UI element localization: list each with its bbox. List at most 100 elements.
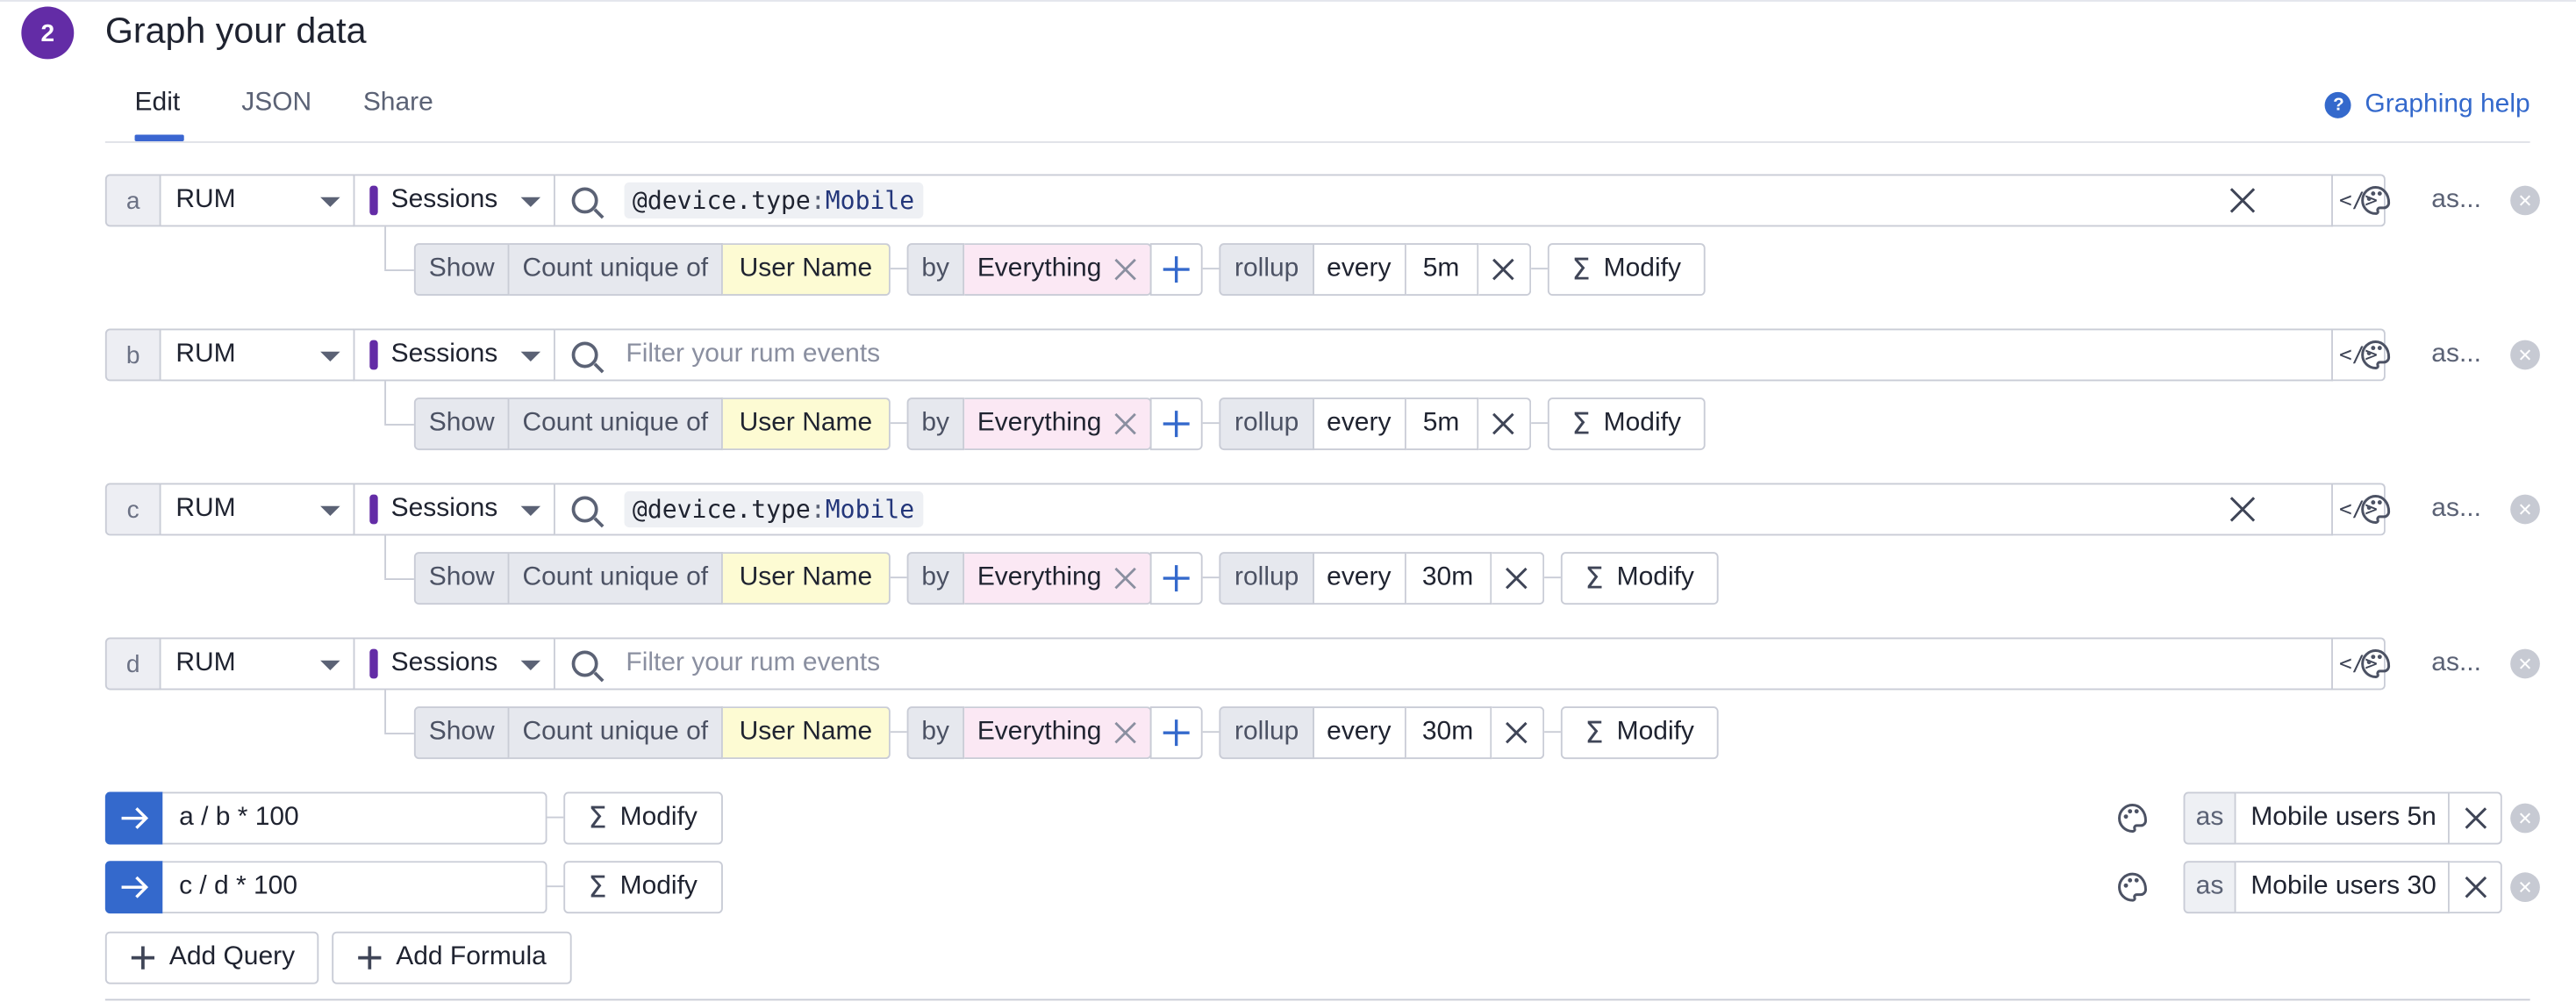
palette-icon[interactable] [2359, 648, 2392, 680]
query-value: Mobile [825, 494, 915, 525]
search-query[interactable]: @device.type:Mobile [624, 490, 923, 528]
palette-icon[interactable] [2116, 802, 2149, 834]
aggregation-function[interactable]: Count unique of [509, 706, 723, 760]
add-formula-button[interactable]: Add Formula [332, 931, 571, 984]
query-key: @device.type [632, 185, 811, 216]
query-row: b RUM Sessions Filter your rum events </> [104, 328, 2386, 382]
source-dropdown[interactable]: RUM [161, 637, 355, 691]
rollup-every-label: every [1313, 706, 1406, 760]
source-dropdown[interactable]: RUM [161, 483, 355, 536]
palette-icon[interactable] [2359, 184, 2392, 217]
formula-row: c / d * 100 Σ Modify [104, 861, 722, 914]
aggregation-function[interactable]: Count unique of [509, 243, 723, 297]
search-query[interactable]: @device.type:Mobile [624, 182, 923, 219]
measure-selector[interactable]: User Name [722, 243, 891, 297]
formula-modify-button[interactable]: Σ Modify [563, 791, 722, 845]
tab-share[interactable]: Share [363, 89, 433, 118]
formula-input[interactable]: c / d * 100 [162, 861, 547, 914]
palette-icon[interactable] [2359, 339, 2392, 371]
add-group-button[interactable] [1150, 243, 1204, 297]
remove-group-icon[interactable] [1114, 567, 1137, 590]
modify-button[interactable]: Σ Modify [1547, 243, 1707, 297]
modify-button[interactable]: Σ Modify [1560, 706, 1719, 760]
rollup-interval[interactable]: 5m [1406, 397, 1478, 451]
graphing-help-link[interactable]: ? Graphing help [2325, 90, 2530, 120]
alias-placeholder[interactable]: as... [2431, 340, 2481, 370]
remove-group-icon[interactable] [1114, 721, 1137, 744]
alias-input[interactable]: Mobile users 30 [2236, 861, 2450, 914]
source-label: RUM [175, 494, 236, 523]
chevron-down-icon [520, 505, 541, 516]
source-dropdown[interactable]: RUM [161, 328, 355, 382]
aggregation-function[interactable]: Count unique of [509, 552, 723, 605]
alias-input[interactable]: Mobile users 5n [2236, 791, 2450, 845]
formula-row: a / b * 100 Σ Modify [104, 791, 722, 845]
search-input[interactable]: @device.type:Mobile [555, 174, 2333, 227]
add-group-button[interactable] [1150, 552, 1204, 605]
show-label: Show [413, 706, 510, 760]
clear-search-button[interactable] [2226, 493, 2258, 526]
rollup-interval[interactable]: 30m [1406, 552, 1492, 605]
measure-selector[interactable]: User Name [722, 397, 891, 451]
modify-label: Modify [1616, 563, 1694, 592]
remove-formula-button[interactable]: ✕ [2510, 872, 2540, 903]
group-by-label: Everything [977, 563, 1102, 592]
dataset-dropdown[interactable]: Sessions [354, 328, 555, 382]
tab-json[interactable]: JSON [241, 89, 311, 118]
formula-modify-button[interactable]: Σ Modify [563, 861, 722, 914]
query-value: Mobile [825, 185, 915, 216]
remove-group-icon[interactable] [1114, 412, 1137, 435]
tab-edit[interactable]: Edit [135, 89, 181, 118]
aggregation-function[interactable]: Count unique of [509, 397, 723, 451]
group-by-selector[interactable]: Everything [963, 397, 1153, 451]
dataset-color-bar [369, 648, 378, 679]
question-icon: ? [2325, 91, 2352, 118]
dataset-dropdown[interactable]: Sessions [354, 174, 555, 227]
modify-button[interactable]: Σ Modify [1560, 552, 1719, 605]
aggregation-row: Show Count unique of User Name by Everything… [413, 397, 1707, 451]
palette-icon[interactable] [2359, 493, 2392, 526]
measure-selector[interactable]: User Name [722, 552, 891, 605]
by-label: by [906, 397, 964, 451]
remove-rollup-button[interactable] [1478, 397, 1531, 451]
search-input[interactable]: @device.type:Mobile [555, 483, 2333, 536]
rollup-interval[interactable]: 30m [1406, 706, 1492, 760]
search-input[interactable]: Filter your rum events [555, 637, 2333, 691]
step-badge: 2 [21, 6, 75, 60]
dataset-dropdown[interactable]: Sessions [354, 483, 555, 536]
remove-query-button[interactable]: ✕ [2510, 648, 2540, 679]
source-dropdown[interactable]: RUM [161, 174, 355, 227]
remove-query-button[interactable]: ✕ [2510, 340, 2540, 370]
search-icon [571, 650, 598, 677]
show-label: Show [413, 243, 510, 297]
rollup-interval[interactable]: 5m [1406, 243, 1478, 297]
chevron-down-icon [320, 351, 340, 361]
remove-rollup-button[interactable] [1491, 706, 1544, 760]
palette-icon[interactable] [2116, 870, 2149, 903]
remove-rollup-button[interactable] [1478, 243, 1531, 297]
rollup-every-label: every [1313, 552, 1406, 605]
modify-button[interactable]: Σ Modify [1547, 397, 1707, 451]
add-query-button[interactable]: Add Query [104, 931, 320, 984]
remove-group-icon[interactable] [1114, 258, 1137, 281]
remove-query-button[interactable]: ✕ [2510, 185, 2540, 216]
add-formula-label: Add Formula [396, 942, 547, 971]
search-input[interactable]: Filter your rum events [555, 328, 2333, 382]
group-by-selector[interactable]: Everything [963, 243, 1153, 297]
alias-placeholder[interactable]: as... [2431, 186, 2481, 216]
add-group-button[interactable] [1150, 706, 1204, 760]
add-group-button[interactable] [1150, 397, 1204, 451]
dataset-dropdown[interactable]: Sessions [354, 637, 555, 691]
measure-selector[interactable]: User Name [722, 706, 891, 760]
formula-input[interactable]: a / b * 100 [162, 791, 547, 845]
remove-formula-button[interactable]: ✕ [2510, 803, 2540, 834]
group-by-selector[interactable]: Everything [963, 552, 1153, 605]
clear-alias-button[interactable] [2449, 861, 2502, 914]
alias-placeholder[interactable]: as... [2431, 649, 2481, 679]
clear-alias-button[interactable] [2449, 791, 2502, 845]
remove-rollup-button[interactable] [1491, 552, 1544, 605]
remove-query-button[interactable]: ✕ [2510, 494, 2540, 525]
clear-search-button[interactable] [2226, 184, 2258, 217]
alias-placeholder[interactable]: as... [2431, 495, 2481, 525]
group-by-selector[interactable]: Everything [963, 706, 1153, 760]
